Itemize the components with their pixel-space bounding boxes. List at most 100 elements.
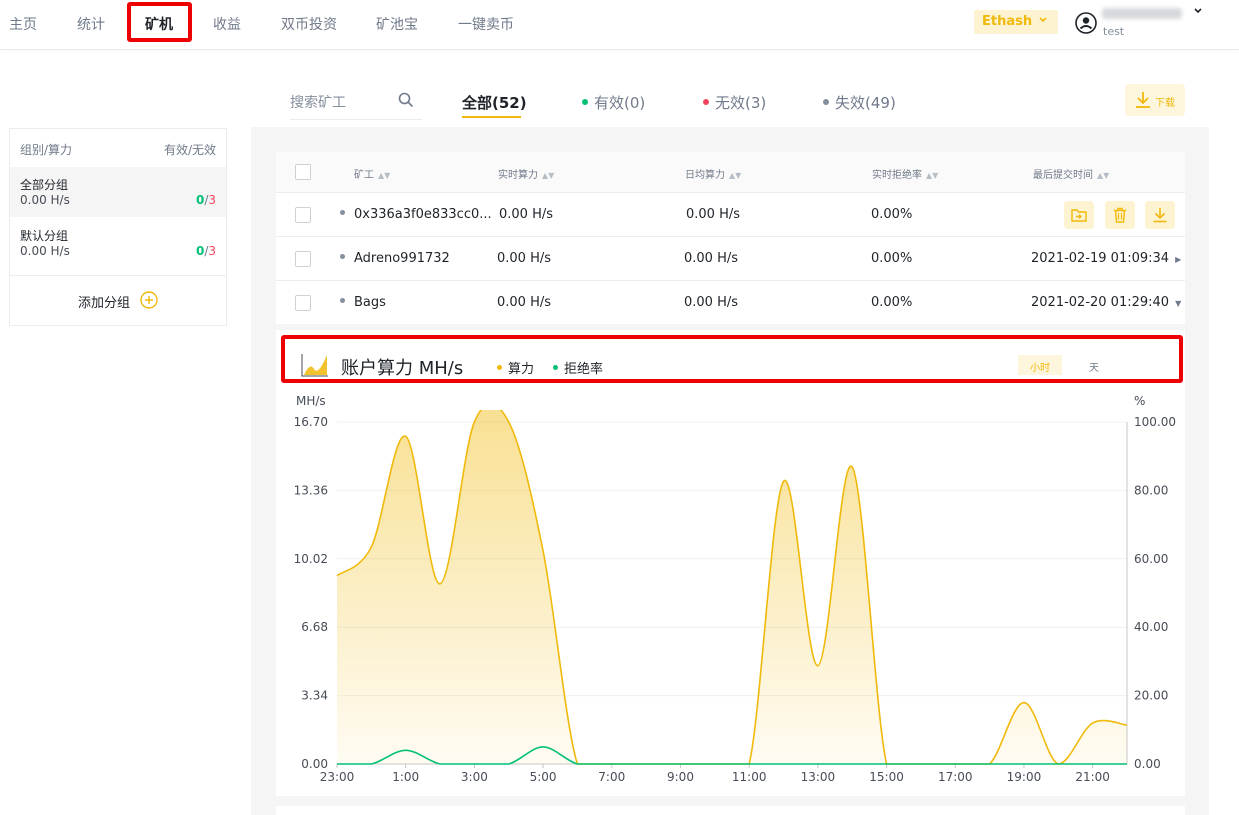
next-card-edge xyxy=(276,806,1185,815)
column-daily-label: 日均算力 xyxy=(685,170,725,181)
y-tick-label-left: 13.36 xyxy=(294,483,328,497)
search-placeholder: 搜索矿工 xyxy=(290,95,346,111)
y-tick-label-right: 80.00 xyxy=(1134,483,1168,497)
group-panel-header: 组别/算力 有效/无效 xyxy=(10,129,226,167)
group-name: 全部分组 xyxy=(20,178,69,192)
user-avatar-icon[interactable] xyxy=(1074,11,1098,35)
tab-invalid[interactable]: 无效(3) xyxy=(703,92,766,113)
table-row[interactable]: Bags 0.00 H/s 0.00 H/s 0.00% 2021-02-20 … xyxy=(276,280,1185,324)
row-checkbox[interactable] xyxy=(295,207,311,223)
export-button[interactable] xyxy=(1145,201,1175,229)
move-to-group-button[interactable] xyxy=(1064,201,1094,229)
last-submit-text: 2021-02-19 01:09:34 xyxy=(1031,251,1170,266)
x-tick-label: 17:00 xyxy=(938,770,973,784)
worker-name-text: 0x336a3f0e833cc0... xyxy=(354,207,492,222)
reject-rate: 0.00% xyxy=(871,295,913,310)
algorithm-label: Ethash xyxy=(982,14,1033,29)
reject-rate: 0.00% xyxy=(871,207,913,222)
y-tick-label-left: 16.70 xyxy=(294,415,328,429)
download-button[interactable]: 下载 xyxy=(1125,84,1185,116)
sort-icon: ▲▼ xyxy=(1097,171,1110,180)
sort-icon: ▲▼ xyxy=(378,171,391,180)
tab-valid-label: 有效(0) xyxy=(594,94,646,112)
user-menu-chevron-icon[interactable] xyxy=(1193,6,1203,16)
nav-stats[interactable]: 统计 xyxy=(77,14,105,34)
table-row[interactable]: Adreno991732 0.00 H/s 0.00 H/s 0.00% 202… xyxy=(276,236,1185,280)
search-miner-input[interactable]: 搜索矿工 xyxy=(290,84,422,120)
username-blurred xyxy=(1102,8,1182,19)
download-icon xyxy=(1136,92,1150,108)
worker-name-text: Adreno991732 xyxy=(354,251,450,266)
realtime-hashrate: 0.00 H/s xyxy=(499,207,554,222)
x-tick-label: 9:00 xyxy=(667,770,694,784)
daily-hashrate: 0.00 H/s xyxy=(684,251,739,266)
x-tick-label: 3:00 xyxy=(461,770,488,784)
row-checkbox[interactable] xyxy=(295,295,311,311)
tab-invalid-label: 无效(3) xyxy=(715,94,767,112)
status-dot xyxy=(340,298,345,303)
nav-home[interactable]: 主页 xyxy=(9,14,37,34)
group-item-default[interactable]: 默认分组 0.00 H/s 0/3 xyxy=(10,218,226,268)
status-dot-expired xyxy=(823,98,829,105)
x-tick-label: 19:00 xyxy=(1007,770,1042,784)
table-header: 矿工 ▲▼ 实时算力 ▲▼ 日均算力 ▲▼ 实时拒绝率 ▲▼ 最后提交时间 ▲▼ xyxy=(276,152,1185,192)
hashrate-area xyxy=(337,410,1127,764)
worker-name: Bags xyxy=(340,295,386,310)
group-item-all[interactable]: 全部分组 0.00 H/s 0/3 xyxy=(10,167,226,217)
sort-icon: ▲▼ xyxy=(542,171,555,180)
sort-icon: ▲▼ xyxy=(729,171,742,180)
column-last-submit[interactable]: 最后提交时间 ▲▼ xyxy=(1033,166,1109,181)
select-all-checkbox[interactable] xyxy=(295,164,311,180)
column-daily[interactable]: 日均算力 ▲▼ xyxy=(685,166,741,181)
daily-hashrate: 0.00 H/s xyxy=(686,207,741,222)
last-submit-text: 2021-02-20 01:29:40 xyxy=(1031,295,1170,310)
left-axis-unit: MH/s xyxy=(296,394,326,408)
table-row[interactable]: 0x336a3f0e833cc0... 0.00 H/s 0.00 H/s 0.… xyxy=(276,192,1185,236)
tab-active-underline xyxy=(462,116,521,118)
highlight-box xyxy=(281,335,1183,383)
nav-earnings[interactable]: 收益 xyxy=(213,14,241,34)
tab-expired[interactable]: 失效(49) xyxy=(823,92,896,113)
last-submit-time[interactable]: 2021-02-19 01:09:34 ▶ xyxy=(1031,251,1181,266)
algorithm-select[interactable]: Ethash xyxy=(974,10,1058,34)
top-nav: 主页 统计 矿机 收益 双币投资 矿池宝 一键卖币 Ethash test xyxy=(0,0,1239,50)
tab-all[interactable]: 全部(52) xyxy=(462,92,527,113)
nav-dual-investment[interactable]: 双币投资 xyxy=(281,14,337,34)
nav-pool-savings[interactable]: 矿池宝 xyxy=(376,14,418,34)
group-hashrate: 0.00 H/s xyxy=(20,244,70,258)
column-realtime-label: 实时算力 xyxy=(498,170,538,181)
group-hashrate: 0.00 H/s xyxy=(20,193,70,207)
miner-table: 矿工 ▲▼ 实时算力 ▲▼ 日均算力 ▲▼ 实时拒绝率 ▲▼ 最后提交时间 ▲▼ 0x33… xyxy=(276,152,1185,324)
column-worker[interactable]: 矿工 ▲▼ xyxy=(354,166,390,181)
row-checkbox[interactable] xyxy=(295,251,311,267)
nav-one-click-sell[interactable]: 一键卖币 xyxy=(458,14,514,34)
tab-valid[interactable]: 有效(0) xyxy=(582,92,645,113)
y-tick-label-left: 10.02 xyxy=(294,552,328,566)
reject-rate: 0.00% xyxy=(871,251,913,266)
column-reject[interactable]: 实时拒绝率 ▲▼ xyxy=(872,166,938,181)
status-dot xyxy=(340,254,345,259)
delete-button[interactable] xyxy=(1105,201,1135,229)
x-tick-label: 13:00 xyxy=(801,770,836,784)
trash-icon xyxy=(1114,207,1126,223)
y-tick-label-right: 60.00 xyxy=(1134,552,1168,566)
y-tick-label-right: 100.00 xyxy=(1134,415,1176,429)
group-count: 0/3 xyxy=(196,193,216,207)
last-submit-time[interactable]: 2021-02-20 01:29:40 ▼ xyxy=(1031,295,1181,310)
add-group-label: 添加分组 xyxy=(78,296,131,311)
worker-name-text: Bags xyxy=(354,295,386,310)
search-icon[interactable] xyxy=(398,92,414,108)
x-tick-label: 15:00 xyxy=(869,770,904,784)
worker-name: 0x336a3f0e833cc0... xyxy=(340,207,492,222)
caret-right-icon: ▶ xyxy=(1175,255,1182,264)
download-label: 下载 xyxy=(1155,98,1175,109)
folder-move-icon xyxy=(1071,209,1087,222)
chevron-down-icon xyxy=(1039,17,1047,23)
y-tick-label-right: 0.00 xyxy=(1134,757,1161,771)
column-realtime[interactable]: 实时算力 ▲▼ xyxy=(498,166,554,181)
daily-hashrate: 0.00 H/s xyxy=(684,295,739,310)
add-group-button[interactable]: 添加分组 xyxy=(10,275,226,325)
column-last-submit-label: 最后提交时间 xyxy=(1033,170,1093,181)
group-panel: 组别/算力 有效/无效 全部分组 0.00 H/s 0/3 默认分组 0.00 … xyxy=(9,128,227,326)
x-tick-label: 1:00 xyxy=(392,770,419,784)
